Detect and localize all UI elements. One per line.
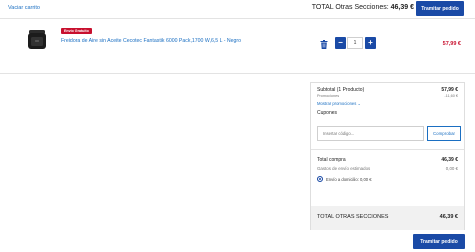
quantity-decrease-button[interactable]: −: [335, 37, 346, 49]
item-price: 57,99 €: [442, 41, 461, 47]
coupon-check-button[interactable]: Comprobar: [427, 126, 461, 141]
grand-total-label: TOTAL OTRAS SECCIONES: [317, 214, 389, 220]
top-total-value: 46,39 €: [390, 4, 414, 11]
top-total: TOTAL Otras Secciones: 46,39 €: [312, 4, 414, 11]
grand-total-value: 46,39 €: [439, 214, 458, 220]
summary-divider: [311, 149, 464, 150]
grand-total-box: TOTAL OTRAS SECCIONES 46,39 €: [311, 206, 464, 230]
clear-cart-link[interactable]: Vaciar carrito: [8, 5, 40, 11]
show-promotions-link[interactable]: Mostrar promociones ⌄: [317, 101, 361, 106]
free-shipping-badge: Envío Gratuito: [61, 28, 92, 34]
promotions-label: Promociones: [317, 94, 340, 98]
subtotal-value: 57,99 €: [441, 87, 458, 93]
total-purchase-value: 46,39 €: [441, 157, 458, 163]
top-total-label: TOTAL Otras Secciones:: [311, 4, 389, 11]
checkout-button-bottom[interactable]: Tramitar pedido: [413, 234, 465, 249]
air-fryer-product-image[interactable]: [26, 29, 48, 51]
show-promotions-label: Mostrar promociones: [317, 101, 357, 106]
coupons-heading: Cupones: [317, 110, 338, 116]
item-divider: [0, 73, 475, 74]
shipping-value: 0,00 €: [445, 166, 458, 171]
home-delivery-label: Envío a domicilio: 0,00 €: [326, 176, 372, 182]
quantity-input[interactable]: [347, 37, 363, 49]
total-purchase-row: Total compra 46,39 €: [317, 157, 458, 163]
coupon-code-input[interactable]: [317, 126, 424, 141]
shipping-label: Gastos de envío estimados: [317, 166, 371, 171]
checkout-button-top[interactable]: Tramitar pedido: [416, 1, 464, 16]
home-delivery-option[interactable]: Envío a domicilio: 0,00 €: [317, 176, 372, 182]
total-purchase-label: Total compra: [317, 157, 346, 163]
grand-total-row: TOTAL OTRAS SECCIONES 46,39 €: [317, 214, 458, 220]
quantity-increase-button[interactable]: +: [365, 37, 376, 49]
chevron-down-icon: ⌄: [357, 101, 362, 106]
subtotal-label: Subtotal (1 Producto): [317, 87, 365, 93]
top-divider: [0, 18, 475, 19]
promotions-value: -11,60 €: [444, 94, 458, 98]
order-summary-panel: Subtotal (1 Producto) 57,99 € Promocione…: [310, 82, 465, 230]
trash-icon[interactable]: [320, 40, 328, 49]
shipping-row: Gastos de envío estimados 0,00 €: [317, 166, 458, 171]
radio-selected-icon[interactable]: [317, 176, 323, 182]
promotions-row: Promociones -11,60 €: [317, 94, 458, 98]
subtotal-row: Subtotal (1 Producto) 57,99 €: [317, 87, 458, 93]
product-title-link[interactable]: Freidora de Aire sin Aceite Cecotec Fant…: [61, 38, 241, 44]
